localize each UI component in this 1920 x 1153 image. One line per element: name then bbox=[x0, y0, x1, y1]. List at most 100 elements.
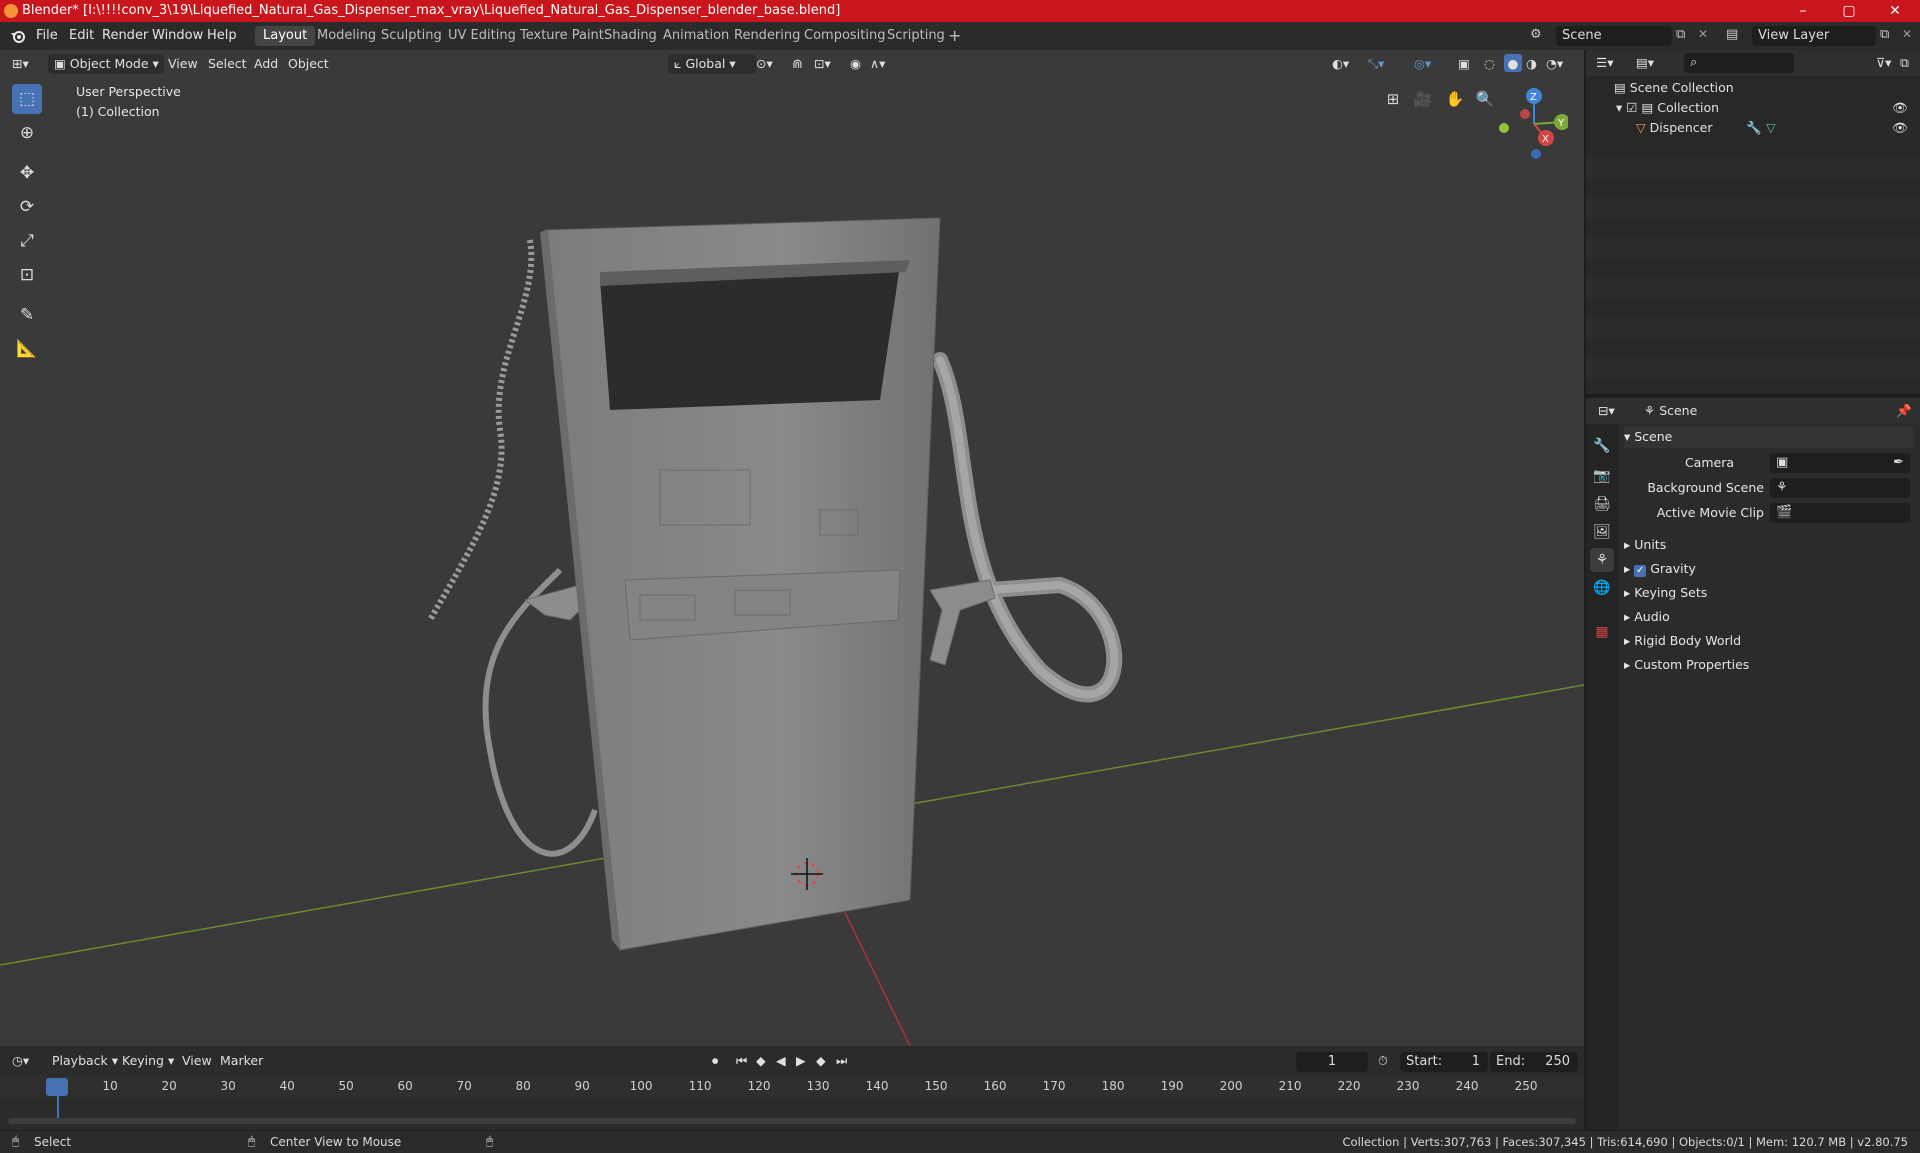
eyedropper-icon[interactable]: ✒ bbox=[1893, 453, 1904, 473]
editor-type-icon[interactable]: ⊞▾ bbox=[12, 54, 29, 74]
transform-orientation-selector[interactable]: ⟀ Global ▾ bbox=[668, 54, 756, 74]
select-box-tool-icon[interactable]: ⬚ bbox=[12, 84, 42, 114]
rotate-tool-icon[interactable]: ⟳ bbox=[12, 192, 42, 222]
viewport-menu-object[interactable]: Object bbox=[288, 54, 329, 74]
view-layer-selector[interactable]: View Layer bbox=[1752, 26, 1876, 46]
eye-icon[interactable]: 👁 bbox=[1892, 98, 1908, 118]
timeline-menu-keying[interactable]: Keying ▾ bbox=[122, 1051, 174, 1071]
navigation-gizmo[interactable]: Z Y X bbox=[1488, 82, 1568, 166]
texture-tab-icon[interactable]: ▦ bbox=[1590, 620, 1614, 644]
timeline-menu-marker[interactable]: Marker bbox=[220, 1051, 263, 1071]
menu-help[interactable]: Help bbox=[207, 28, 237, 43]
expand-arrow-icon[interactable]: ▾ bbox=[1616, 100, 1626, 115]
workspace-tab-animation[interactable]: Animation bbox=[655, 26, 737, 46]
properties-editor-type-icon[interactable]: ⊟▾ bbox=[1598, 401, 1615, 421]
delete-view-layer-icon[interactable]: ✕ bbox=[1902, 27, 1912, 41]
shading-rendered-icon[interactable]: ◔▾ bbox=[1546, 54, 1563, 74]
background-scene-field[interactable]: ⚘ bbox=[1770, 478, 1910, 498]
play-reverse-icon[interactable]: ◀ bbox=[776, 1051, 786, 1071]
pan-hand-icon[interactable]: ✋ bbox=[1442, 86, 1468, 112]
panel-units[interactable]: ▸ Units bbox=[1624, 534, 1914, 556]
render-tab-icon[interactable]: 📷 bbox=[1590, 464, 1614, 488]
new-collection-icon[interactable]: ⧉ bbox=[1900, 53, 1909, 73]
jump-start-icon[interactable]: ⏮ bbox=[736, 1051, 747, 1071]
menu-file[interactable]: File bbox=[36, 28, 58, 43]
delete-scene-icon[interactable]: ✕ bbox=[1698, 27, 1708, 41]
snap-icon[interactable]: ⋒ bbox=[792, 54, 802, 74]
pivot-point-icon[interactable]: ⊙▾ bbox=[756, 54, 773, 74]
view-layer-icon[interactable]: ▤ bbox=[1726, 27, 1738, 42]
measure-tool-icon[interactable]: 📐 bbox=[12, 334, 42, 364]
eye-icon[interactable]: 👁 bbox=[1892, 118, 1908, 138]
prev-keyframe-icon[interactable]: ◆ bbox=[756, 1051, 766, 1071]
visibility-icon[interactable]: ◐▾ bbox=[1332, 54, 1349, 74]
snap-target-icon[interactable]: ⊡▾ bbox=[814, 54, 831, 74]
shading-material-icon[interactable]: ◑ bbox=[1526, 54, 1537, 74]
view-layer-tab-icon[interactable]: 🖼 bbox=[1590, 520, 1614, 544]
scene-section-header[interactable]: ▾ Scene bbox=[1624, 426, 1914, 448]
stopwatch-icon[interactable]: ⏱ bbox=[1378, 1051, 1388, 1071]
panel-audio[interactable]: ▸ Audio bbox=[1624, 606, 1914, 628]
outliner-item-collection[interactable]: ▾ ☑ ▤ Collection 👁 bbox=[1616, 98, 1916, 118]
current-frame-field[interactable]: 1 bbox=[1296, 1052, 1368, 1072]
gravity-checkbox[interactable]: ✓ bbox=[1634, 565, 1647, 577]
gizmo-toggle-icon[interactable]: ⤡▾ bbox=[1368, 54, 1384, 74]
close-button[interactable]: ✕ bbox=[1872, 0, 1918, 22]
timeline-scrollbar[interactable] bbox=[8, 1118, 1576, 1124]
filter-icon[interactable]: ⊽▾ bbox=[1876, 53, 1891, 73]
active-movie-clip-field[interactable]: 🎬 bbox=[1770, 503, 1910, 523]
viewport-menu-select[interactable]: Select bbox=[208, 54, 247, 74]
panel-custom-properties[interactable]: ▸ Custom Properties bbox=[1624, 654, 1914, 676]
overlay-toggle-icon[interactable]: ◎▾ bbox=[1414, 54, 1431, 74]
timeline-editor[interactable]: ◷▾ Playback ▾ Keying ▾ View Marker ⏺ ⏮ ◆… bbox=[0, 1046, 1584, 1130]
tool-tab-icon[interactable]: 🔧 bbox=[1590, 434, 1614, 458]
move-tool-icon[interactable]: ✥ bbox=[12, 158, 42, 188]
scale-tool-icon[interactable]: ⤢ bbox=[12, 226, 42, 256]
display-mode-icon[interactable]: ▤▾ bbox=[1636, 53, 1654, 73]
play-icon[interactable]: ▶ bbox=[796, 1051, 806, 1071]
next-keyframe-icon[interactable]: ◆ bbox=[816, 1051, 826, 1071]
menu-edit[interactable]: Edit bbox=[69, 28, 94, 43]
outliner-search-input[interactable]: ⌕ bbox=[1684, 53, 1794, 73]
pin-icon[interactable]: 📌 bbox=[1896, 401, 1912, 421]
scene-icon[interactable]: ⚙ bbox=[1530, 27, 1548, 45]
outliner-editor-type-icon[interactable]: ☰▾ bbox=[1596, 53, 1613, 73]
new-view-layer-icon[interactable]: ⧉ bbox=[1880, 27, 1889, 42]
new-scene-icon[interactable]: ⧉ bbox=[1676, 27, 1685, 42]
minimize-button[interactable]: – bbox=[1780, 0, 1826, 22]
mode-selector[interactable]: ▣ Object Mode ▾ bbox=[48, 54, 164, 74]
panel-keying-sets[interactable]: ▸ Keying Sets bbox=[1624, 582, 1914, 604]
camera-field[interactable]: ▣ ✒ bbox=[1770, 453, 1910, 473]
output-tab-icon[interactable]: 🖨 bbox=[1590, 492, 1614, 516]
transform-tool-icon[interactable]: ⊡ bbox=[12, 260, 42, 290]
scene-selector[interactable]: Scene bbox=[1556, 26, 1672, 46]
frame-ruler[interactable]: 1102030405060708090100110120130140150160… bbox=[0, 1076, 1584, 1098]
checkbox-icon[interactable]: ☑ bbox=[1626, 100, 1641, 115]
outliner-scene-collection[interactable]: ▤ Scene Collection bbox=[1614, 78, 1734, 98]
menu-window[interactable]: Window bbox=[152, 28, 203, 43]
add-workspace-button[interactable]: + bbox=[940, 26, 969, 46]
annotate-tool-icon[interactable]: ✎ bbox=[12, 300, 42, 330]
blender-menu-icon[interactable] bbox=[10, 28, 26, 44]
shading-wireframe-icon[interactable]: ◌ bbox=[1484, 54, 1495, 74]
timeline-menu-view[interactable]: View bbox=[182, 1051, 212, 1071]
world-tab-icon[interactable]: 🌐 bbox=[1590, 576, 1614, 600]
proportional-editing-icon[interactable]: ◉ bbox=[850, 54, 861, 74]
modifier-wrench-icon[interactable]: 🔧 bbox=[1746, 118, 1762, 138]
scene-tab-icon[interactable]: ⚘ bbox=[1590, 548, 1614, 572]
outliner-item-dispencer[interactable]: ▽ Dispencer 🔧 ▽ 👁 bbox=[1636, 118, 1916, 138]
record-icon[interactable]: ⏺ bbox=[712, 1051, 718, 1071]
cursor-tool-icon[interactable]: ⊕ bbox=[12, 118, 42, 148]
mesh-data-icon[interactable]: ▽ bbox=[1766, 118, 1776, 138]
panel-rigid-body-world[interactable]: ▸ Rigid Body World bbox=[1624, 630, 1914, 652]
maximize-button[interactable]: ▢ bbox=[1826, 0, 1872, 22]
timeline-menu-playback[interactable]: Playback ▾ bbox=[52, 1051, 118, 1071]
workspace-tab-sculpting[interactable]: Sculpting bbox=[373, 26, 450, 46]
falloff-icon[interactable]: ∧▾ bbox=[870, 54, 885, 74]
playhead[interactable] bbox=[46, 1078, 68, 1096]
start-frame-field[interactable]: Start: 1 bbox=[1400, 1052, 1488, 1072]
menu-render[interactable]: Render bbox=[102, 28, 148, 43]
jump-end-icon[interactable]: ⏭ bbox=[836, 1051, 847, 1071]
3d-viewport[interactable] bbox=[0, 50, 1584, 1046]
toggle-camera-view-grid-icon[interactable]: ⊞ bbox=[1380, 86, 1406, 112]
